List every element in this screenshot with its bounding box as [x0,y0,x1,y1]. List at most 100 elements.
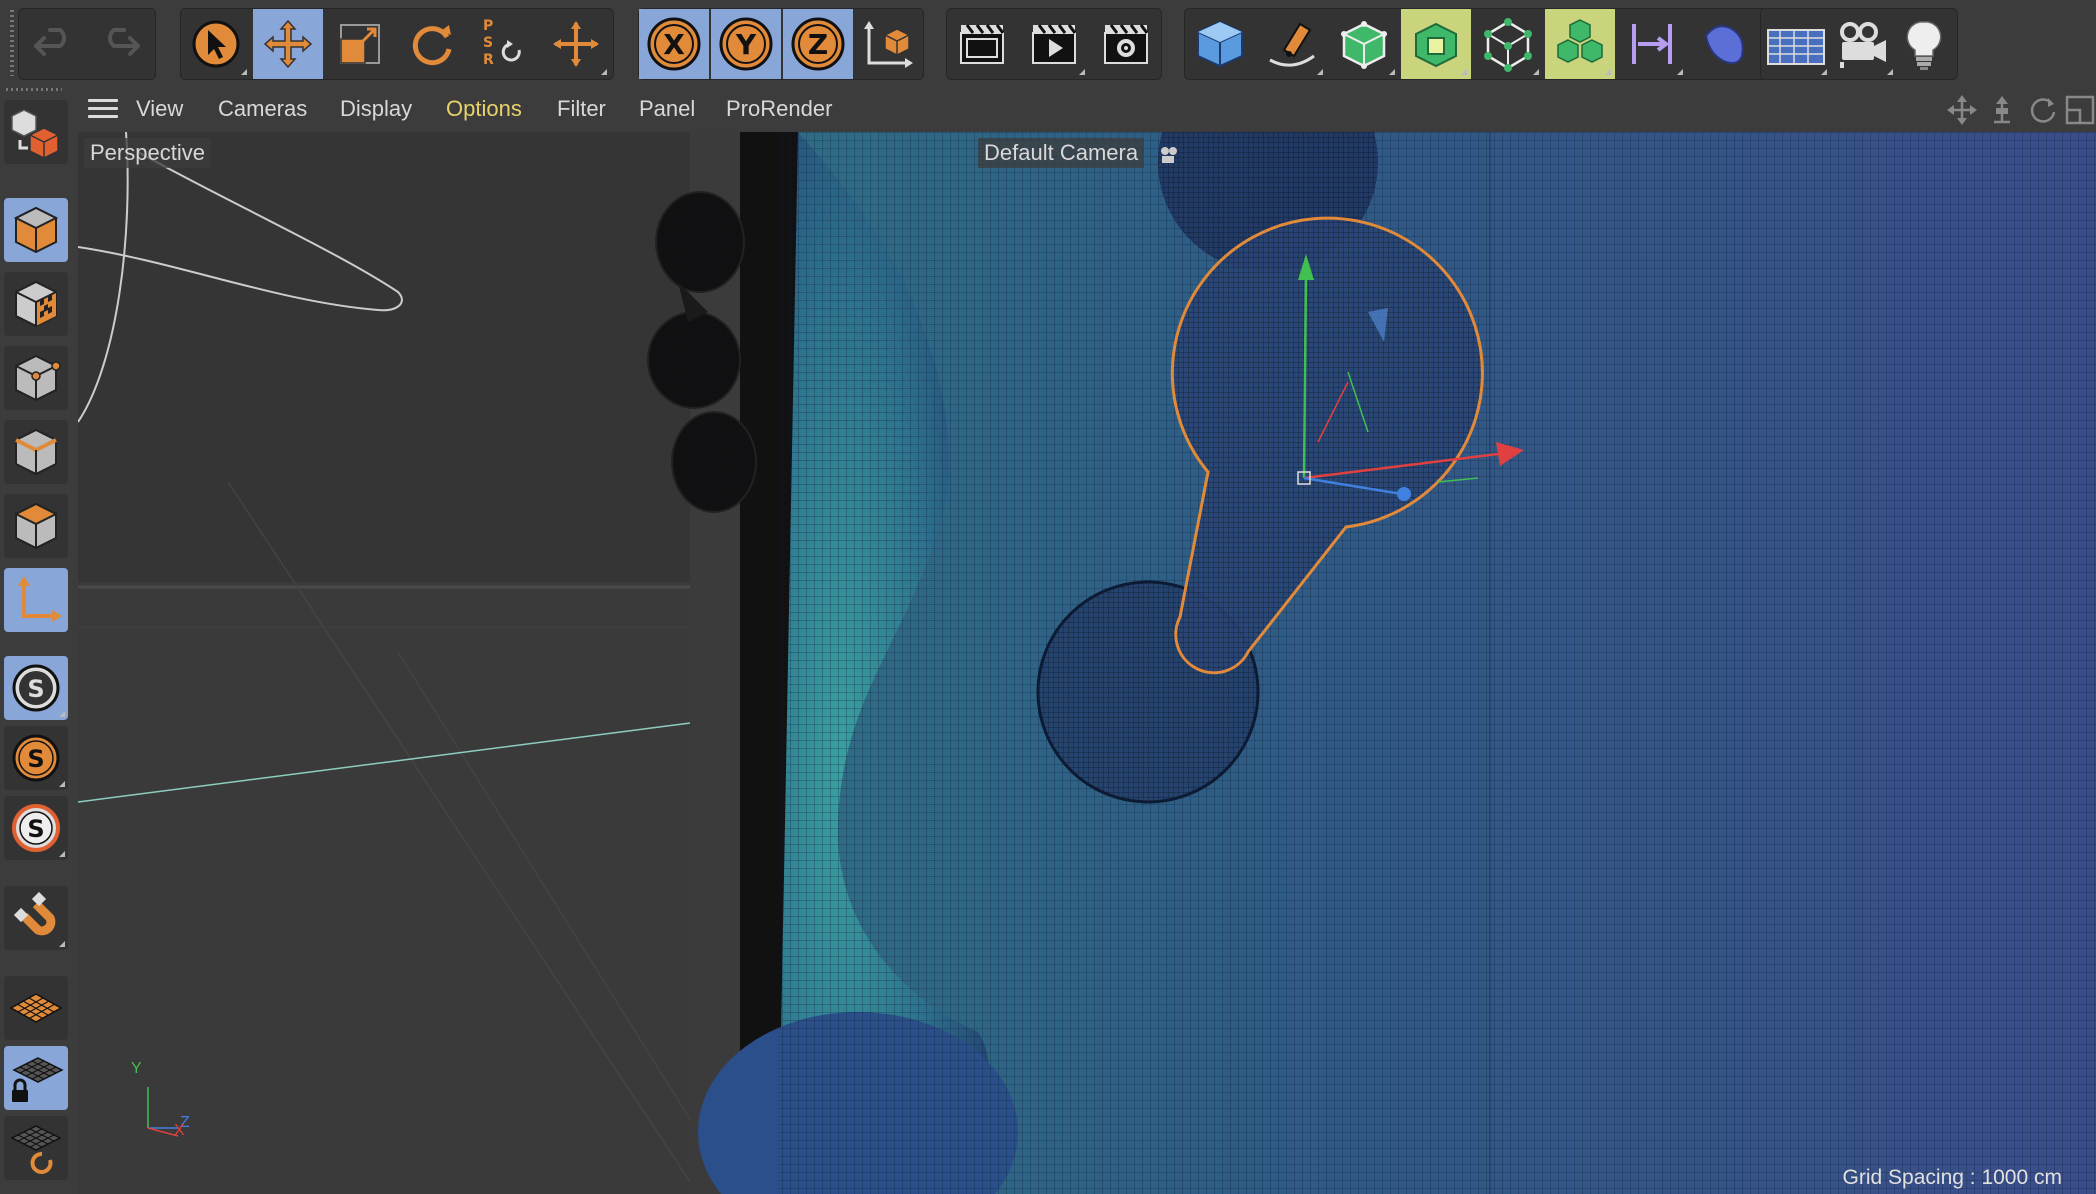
workplane-button[interactable] [4,976,68,1040]
make-editable-button[interactable] [4,100,68,164]
rotate-tool-button[interactable] [397,9,467,79]
transform-tools-group: P S R [180,8,614,80]
render-to-picture-viewer-button[interactable] [1019,9,1089,79]
axis-y-label: Y [131,1060,142,1077]
undo-button[interactable] [19,9,89,79]
y-axis-lock-icon: Y [719,17,773,71]
pan-icon[interactable] [1946,94,1978,126]
camera-indicator-icon [1161,147,1177,163]
deformer-button[interactable] [1617,9,1687,79]
orbit-icon[interactable] [2026,94,2058,126]
y-axis-lock-button[interactable]: Y [711,9,781,79]
undo-icon [34,28,66,56]
z-axis-lock-icon: Z [791,17,845,71]
svg-text:S: S [483,35,493,51]
snap-icon: S [12,664,60,712]
perspective-viewport[interactable]: Perspective Default Camera Y Z X Grid Sp… [78,132,2096,1194]
polygon-mode-button[interactable] [4,494,68,558]
floor-icon [1767,29,1825,65]
workplane-settings-icon [10,1125,62,1174]
palette-grip[interactable] [6,88,62,91]
sweep-icon [1704,25,1744,65]
svg-text:P: P [483,18,493,34]
deformer-icon [1632,24,1672,64]
extrude-icon [1415,22,1457,68]
camera-button[interactable] [1827,9,1897,79]
grid-spacing-label: Grid Spacing : 1000 cm [1842,1166,2062,1189]
camera-name-label[interactable]: Default Camera [978,138,1145,168]
z-axis-lock-button[interactable]: Z [783,9,853,79]
snap-button[interactable]: S [4,656,68,720]
y-axis-label: Y [735,28,757,61]
menu-panel[interactable]: Panel [639,96,695,122]
psr-icon: P S R [483,18,521,68]
menu-options[interactable]: Options [446,96,522,122]
point-mode-button[interactable] [4,346,68,410]
coordinate-system-button[interactable] [853,9,923,79]
menu-view[interactable]: View [136,96,183,122]
render-settings-button[interactable] [1091,9,1161,79]
menu-display[interactable]: Display [340,96,412,122]
maximize-icon[interactable] [2064,94,2096,126]
redo-button[interactable] [85,9,155,79]
model-mode-button[interactable] [4,198,68,262]
floor-button[interactable] [1761,9,1831,79]
axis-x-label: X [174,1122,185,1139]
make-editable-icon [11,109,59,159]
render-settings-icon [1104,24,1149,64]
snap-settings-button[interactable]: S [4,726,68,790]
dolly-icon[interactable] [1986,94,2018,126]
snap-settings-letter: S [27,745,44,773]
mograph-button[interactable] [1545,9,1615,79]
subdivision-button[interactable] [1329,9,1399,79]
texture-mode-button[interactable] [4,272,68,336]
toolbar-grip[interactable] [10,10,14,76]
workplane-settings-button[interactable] [4,1116,68,1180]
viewport-scene [78,132,2096,1194]
axis-move-button[interactable] [541,9,611,79]
move-icon [263,19,313,69]
pen-button[interactable] [1257,9,1327,79]
mode-palette: S S S [0,86,79,1194]
edge-mode-button[interactable] [4,420,68,484]
subdivision-icon [1341,21,1387,69]
render-to-picture-viewer-icon [1032,24,1077,64]
camera-icon [1840,22,1886,68]
axis-mode-button[interactable] [4,568,68,632]
extrude-button[interactable] [1401,9,1471,79]
axis-mode-icon [18,576,62,622]
x-axis-lock-button[interactable]: X [639,9,709,79]
viewport-nav-icons [1946,94,2096,126]
move-tool-button[interactable] [253,9,323,79]
coordinate-system-icon [864,21,913,68]
cube-icon [1197,20,1243,68]
model-mode-icon [13,206,59,254]
light-button[interactable] [1889,9,1959,79]
render-view-icon [960,24,1005,64]
axis-move-icon [553,21,599,67]
view-name-label: Perspective [84,138,211,168]
scale-icon [340,24,380,64]
viewport-menu-icon[interactable] [88,99,118,119]
cube-button[interactable] [1185,9,1255,79]
polygon-mode-icon [13,502,59,550]
scale-tool-button[interactable] [325,9,395,79]
menu-cameras[interactable]: Cameras [218,96,307,122]
snap-enable-button[interactable]: S [4,796,68,860]
axis-lock-group: X Y Z [638,8,924,80]
pen-icon [1269,22,1315,67]
snap-enable-icon: S [12,804,60,852]
locked-workplane-button[interactable] [4,1046,68,1110]
cloner-button[interactable] [1473,9,1543,79]
menu-prorender[interactable]: ProRender [726,96,832,122]
psr-button[interactable]: P S R [469,9,539,79]
redo-icon [108,28,140,56]
magnet-button[interactable] [4,886,68,950]
object-create-group [1184,8,1772,80]
sweep-button[interactable] [1689,9,1759,79]
z-axis-label: Z [808,28,828,61]
render-view-button[interactable] [947,9,1017,79]
select-tool-button[interactable] [181,9,251,79]
rotate-icon [412,25,452,66]
menu-filter[interactable]: Filter [557,96,606,122]
